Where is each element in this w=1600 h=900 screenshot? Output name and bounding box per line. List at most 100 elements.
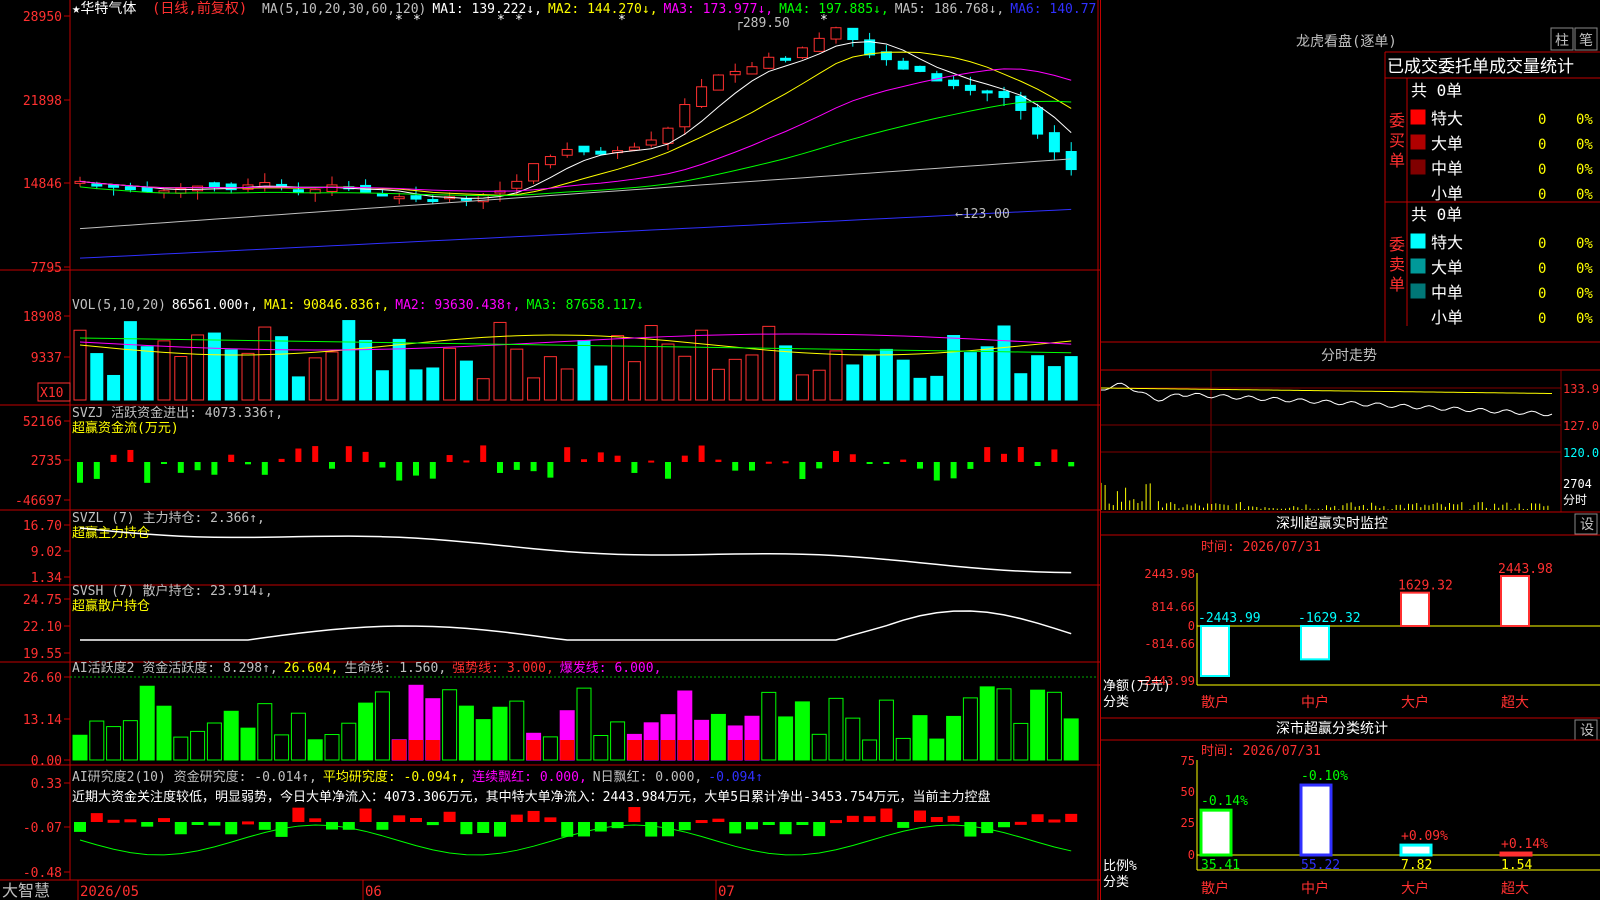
candle-body — [830, 27, 842, 40]
ai1-bar — [1046, 691, 1062, 761]
ai1-bar — [274, 734, 290, 761]
buy-row-1: 大单 — [1431, 134, 1463, 153]
sell-row-3: 小单 — [1431, 308, 1463, 327]
vol-bar — [443, 347, 457, 401]
ai1-bar — [761, 691, 777, 761]
ai1-bar — [710, 713, 726, 761]
svzj-bar — [144, 462, 151, 483]
price-axis-label-2: 14846 — [23, 177, 62, 192]
szc-chg-2: +0.09% — [1401, 829, 1448, 844]
date-label-0: 2026/05 — [80, 884, 139, 900]
vol-bar — [157, 340, 171, 401]
high-price-label: ┌289.50 — [735, 16, 790, 31]
svzj-bar — [1051, 449, 1058, 462]
sell-label-1: 卖 — [1389, 255, 1405, 274]
ai1-bar — [509, 700, 525, 761]
vol-bar — [123, 321, 137, 401]
ai1-bar — [576, 687, 592, 761]
ai1-red-base — [745, 740, 759, 760]
vol-bar — [711, 368, 725, 401]
ma5-line — [79, 158, 1072, 230]
szm-axis-1: 814.66 — [1152, 600, 1195, 614]
ma-legend-4: MA4: 197.885↓, — [779, 2, 889, 17]
ai1-bar — [593, 735, 609, 761]
intraday-avg-line — [1100, 387, 1553, 394]
svzj-bar — [1017, 447, 1024, 462]
ai1-bar — [1030, 689, 1046, 761]
ai1-bar — [324, 734, 340, 761]
sell-val-0: 0 — [1538, 236, 1546, 252]
candle-body — [326, 184, 338, 192]
svzj-bar — [732, 462, 739, 471]
ai2-bar — [158, 818, 170, 822]
main-chart-area[interactable]: ★华特气体 (日线,前复权) MA(5,10,20,30,60,120) MA1: 1… — [0, 0, 1100, 900]
ai1-bar — [223, 710, 239, 761]
ai2-bar — [208, 822, 221, 826]
buy-pct-1: 0% — [1576, 137, 1593, 153]
svsh-legend: SVSH (7) 散户持仓: 23.914↓, — [72, 583, 273, 599]
svzj-bar — [1068, 462, 1075, 467]
ai1-bar — [190, 730, 206, 761]
svzj-bar — [429, 462, 436, 479]
svzj-bar — [413, 462, 419, 476]
ai2-axis-label-2: -0.48 — [23, 866, 62, 881]
ma4-line — [79, 100, 1072, 197]
svzj-bar — [530, 462, 537, 472]
main-chart-svg[interactable]: ★华特气体 (日线,前复权) MA(5,10,20,30,60,120) MA1: 1… — [0, 0, 1100, 900]
ai1-bar — [358, 702, 374, 761]
ai1-legend-1: 26.604, — [284, 661, 339, 676]
ai2-comment: 近期大资金关注度较低，明显弱势，今日大单净流入：4073.306万元，其中特大单… — [72, 789, 991, 805]
szc-title: 深市超赢分类统计 — [1276, 720, 1388, 737]
ai2-bar — [830, 820, 842, 824]
svzj-bar — [161, 462, 167, 464]
buy-total: 共 0单 — [1411, 81, 1462, 100]
ai1-axis-label-0: 26.60 — [23, 671, 62, 686]
svzj-bar — [883, 462, 890, 464]
vol-bar — [913, 377, 927, 401]
svzj-bar — [362, 451, 369, 462]
sidebar-svg: 龙虎看盘(逐单) 柱笔已成交委托单成交量统计委买单共 0单特大 0 0%大单 0 0%中单… — [1100, 27, 1600, 897]
dragon-btn-label-1: 笔 — [1579, 33, 1593, 49]
ai2-bar — [309, 818, 322, 822]
buy-label-0: 委 — [1389, 111, 1405, 130]
ai2-bar — [998, 822, 1010, 828]
ai2-bar — [813, 822, 826, 837]
svzj-bar — [967, 462, 974, 469]
svzj-axis-label-0: 52166 — [23, 415, 62, 430]
ai1-bar — [962, 697, 978, 761]
svzj-bar — [581, 459, 587, 462]
ai1-red-base — [560, 740, 575, 760]
vol-bar — [879, 348, 893, 401]
vol-bar — [207, 332, 221, 401]
ai2-bar — [863, 816, 876, 822]
date-label-1: 06 — [365, 884, 382, 900]
vol-bar — [527, 377, 541, 401]
buy-swatch-2 — [1410, 159, 1426, 175]
ai1-bar — [257, 703, 273, 761]
svzj-bar — [597, 452, 604, 462]
star-marker-0: * — [395, 13, 403, 28]
vol-bar — [191, 334, 205, 401]
vol-bar — [795, 374, 809, 401]
svsh-axis-label-1: 22.10 — [23, 620, 62, 635]
vol-legend-0: VOL(5,10,20) — [72, 298, 166, 313]
szc-axis-1: 50 — [1181, 785, 1195, 799]
ai2-bar — [947, 815, 960, 822]
buy-val-1: 0 — [1538, 137, 1546, 153]
szm-bar-3 — [1500, 575, 1530, 627]
ai1-bar — [290, 712, 306, 761]
svzj-bar — [396, 462, 403, 481]
ai2-bar — [930, 817, 943, 822]
intraday-price-0: 133.9 — [1563, 382, 1599, 396]
ai2-bar — [729, 822, 742, 834]
candle-body — [192, 185, 204, 192]
candle-body — [1065, 150, 1077, 171]
vol-bar — [863, 355, 877, 401]
brand-logo: 大智慧 — [2, 881, 50, 900]
ai1-red-base — [644, 740, 659, 760]
ai1-legend-0: AI活跃度2 资金活跃度: 8.298↑, — [72, 660, 278, 676]
ai1-bar — [542, 736, 558, 761]
candle-body — [897, 60, 909, 70]
ai2-bar — [527, 810, 540, 822]
vol-bar — [375, 370, 389, 401]
